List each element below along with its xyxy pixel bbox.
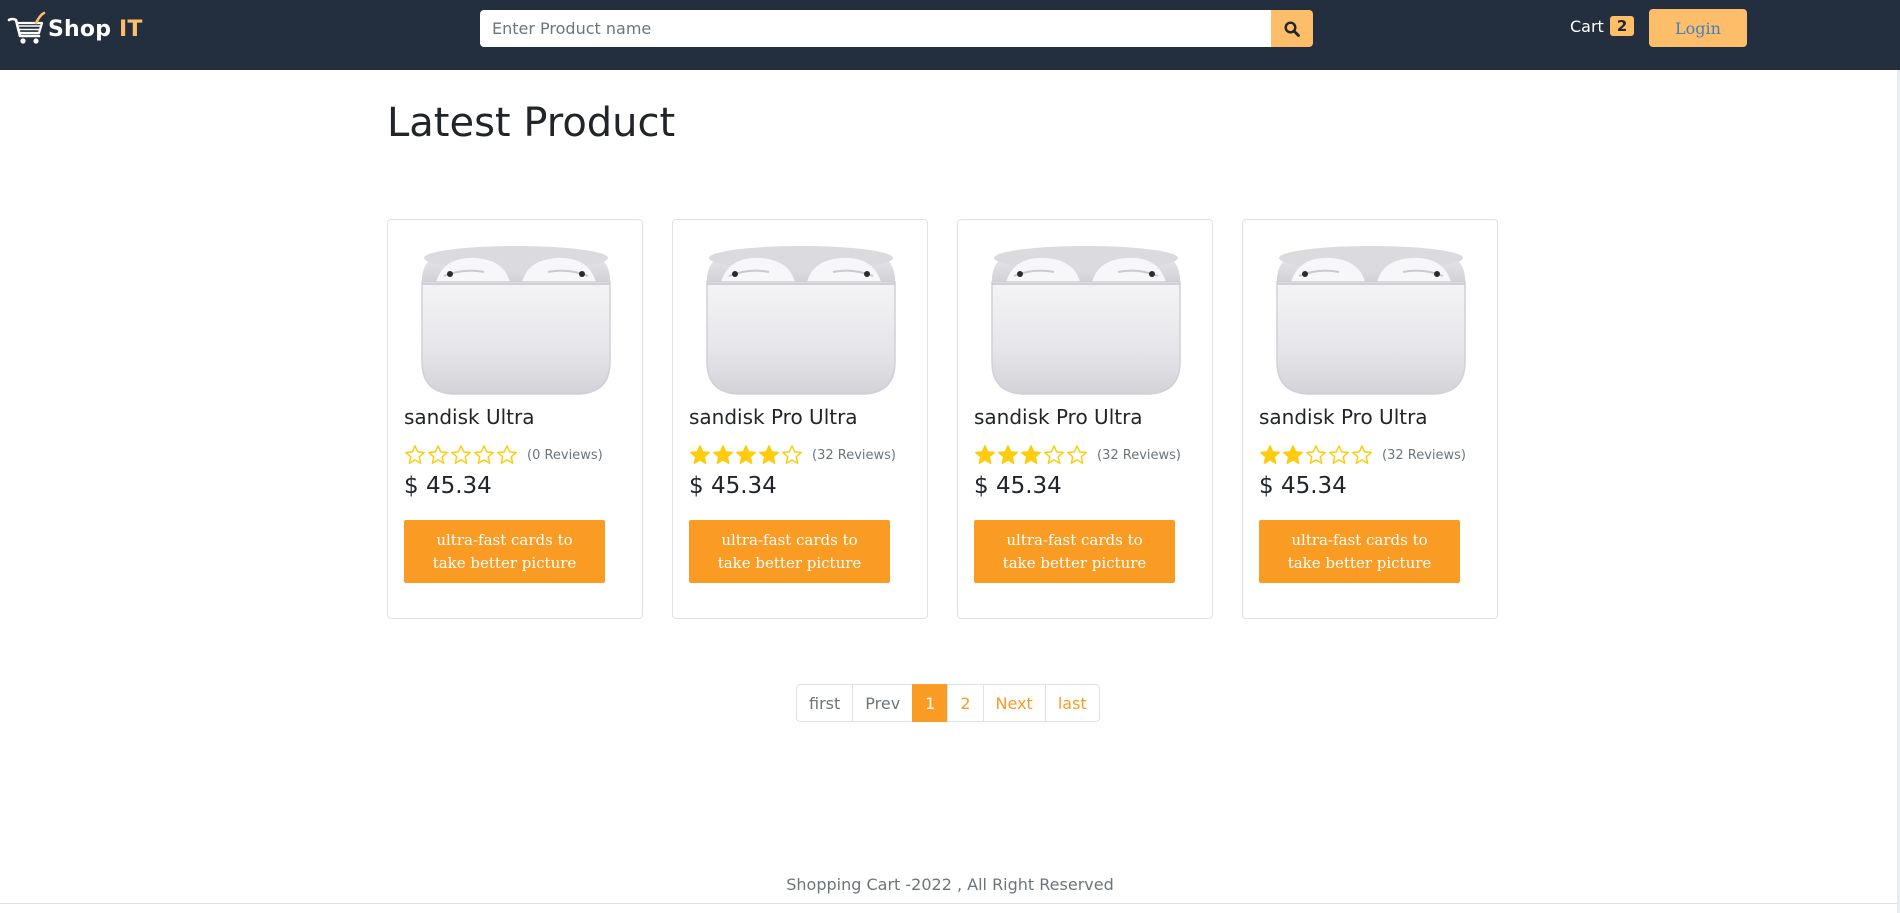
- star-empty-icon: [428, 445, 448, 464]
- navbar: Shop IT Cart 2 Login: [0, 0, 1900, 70]
- star-filled-icon: [690, 445, 710, 464]
- star-empty-icon: [1306, 445, 1326, 464]
- product-rating: (0 Reviews): [404, 444, 603, 466]
- search-button[interactable]: [1271, 10, 1313, 47]
- rating-stars: [404, 444, 519, 466]
- reviews-count: (32 Reviews): [1097, 447, 1181, 463]
- product-price: $ 45.34: [974, 473, 1062, 499]
- search-input[interactable]: [480, 10, 1271, 47]
- product-card: sandisk Pro Ultra (32 Reviews) $ 45.34 u…: [957, 219, 1213, 619]
- product-card: sandisk Pro Ultra (32 Reviews) $ 45.34 u…: [1242, 219, 1498, 619]
- product-card: sandisk Pro Ultra (32 Reviews) $ 45.34 u…: [672, 219, 928, 619]
- rating-stars: [1259, 444, 1374, 466]
- star-empty-icon: [1329, 445, 1349, 464]
- footer-divider: [0, 903, 1900, 904]
- pagination: first Prev 1 2 Next last: [796, 684, 1100, 722]
- page-next-link[interactable]: Next: [982, 684, 1046, 722]
- product-image[interactable]: [1269, 234, 1473, 404]
- product-rating: (32 Reviews): [1259, 444, 1466, 466]
- page-title: Latest Product: [387, 100, 676, 146]
- product-action-button[interactable]: ultra-fast cards to take better picture: [404, 520, 605, 583]
- star-filled-icon: [998, 445, 1018, 464]
- star-filled-icon: [759, 445, 779, 464]
- login-button[interactable]: Login: [1649, 9, 1747, 47]
- rating-stars: [974, 444, 1089, 466]
- product-rating: (32 Reviews): [689, 444, 896, 466]
- star-filled-icon: [1283, 445, 1303, 464]
- star-filled-icon: [713, 445, 733, 464]
- page-1-link[interactable]: 1: [912, 684, 949, 722]
- star-empty-icon: [474, 445, 494, 464]
- reviews-count: (32 Reviews): [812, 447, 896, 463]
- logo[interactable]: Shop IT: [6, 9, 143, 49]
- star-empty-icon: [1044, 445, 1064, 464]
- product-action-button[interactable]: ultra-fast cards to take better picture: [689, 520, 890, 583]
- star-empty-icon: [782, 445, 802, 464]
- star-empty-icon: [1352, 445, 1372, 464]
- star-filled-icon: [1260, 445, 1280, 464]
- cart-label: Cart: [1570, 16, 1604, 36]
- product-image[interactable]: [414, 234, 618, 404]
- reviews-count: (32 Reviews): [1382, 447, 1466, 463]
- product-price: $ 45.34: [689, 473, 777, 499]
- footer-copyright: Shopping Cart -2022 , All Right Reserved: [786, 875, 1114, 894]
- cart-count-badge: 2: [1609, 16, 1635, 36]
- star-empty-icon: [405, 445, 425, 464]
- search-bar: [480, 10, 1313, 47]
- product-price: $ 45.34: [1259, 473, 1347, 499]
- page-prev-link[interactable]: Prev: [852, 684, 914, 722]
- footer: Shopping Cart -2022 , All Right Reserved: [0, 875, 1900, 894]
- page-last-link[interactable]: last: [1044, 684, 1100, 722]
- product-action-button[interactable]: ultra-fast cards to take better picture: [974, 520, 1175, 583]
- product-title[interactable]: sandisk Pro Ultra: [974, 405, 1143, 429]
- star-filled-icon: [736, 445, 756, 464]
- product-card: sandisk Ultra (0 Reviews) $ 45.34 ultra-…: [387, 219, 643, 619]
- product-rating: (32 Reviews): [974, 444, 1181, 466]
- search-icon: [1284, 20, 1300, 37]
- product-title[interactable]: sandisk Pro Ultra: [1259, 405, 1428, 429]
- star-filled-icon: [1021, 445, 1041, 464]
- product-title[interactable]: sandisk Pro Ultra: [689, 405, 858, 429]
- star-empty-icon: [497, 445, 517, 464]
- product-price: $ 45.34: [404, 473, 492, 499]
- reviews-count: (0 Reviews): [527, 447, 603, 463]
- cart-link[interactable]: Cart 2: [1570, 16, 1635, 36]
- product-title[interactable]: sandisk Ultra: [404, 405, 534, 429]
- star-empty-icon: [1067, 445, 1087, 464]
- logo-accent: IT: [119, 16, 143, 42]
- page-2-link[interactable]: 2: [947, 684, 984, 722]
- logo-text: Shop IT: [48, 17, 143, 42]
- star-empty-icon: [451, 445, 471, 464]
- logo-brand: Shop: [48, 16, 112, 42]
- shopping-cart-icon: [7, 11, 46, 44]
- page-first-link[interactable]: first: [796, 684, 854, 722]
- product-image[interactable]: [984, 234, 1188, 404]
- product-image[interactable]: [699, 234, 903, 404]
- product-action-button[interactable]: ultra-fast cards to take better picture: [1259, 520, 1460, 583]
- rating-stars: [689, 444, 804, 466]
- star-filled-icon: [975, 445, 995, 464]
